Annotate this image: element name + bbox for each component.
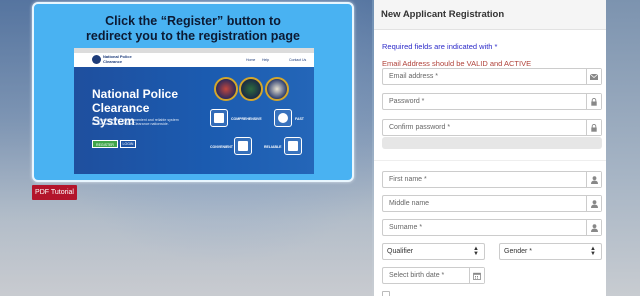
badge-seal-icon	[214, 77, 238, 101]
registration-title: New Applicant Registration	[381, 9, 505, 20]
tutorial-title: Click the “Register” button to redirect …	[34, 14, 352, 44]
password-field[interactable]: Password *	[382, 93, 602, 110]
background-blur-right	[606, 0, 640, 296]
email-validity-note: Email Address should be VALID and ACTIVE	[382, 59, 532, 68]
reliable-feature-icon	[284, 137, 302, 155]
convenient-feature-icon	[234, 137, 252, 155]
tutorial-title-line2: redirect you to the registration page	[86, 29, 300, 43]
middle-name-placeholder: Middle name	[389, 200, 430, 207]
confirm-password-placeholder: Confirm password *	[389, 124, 451, 131]
registration-header: New Applicant Registration	[374, 0, 606, 30]
fast-feature-icon	[274, 109, 292, 127]
feature-label-convenient: CONVENIENT	[210, 145, 233, 149]
qualifier-select[interactable]: Qualifier ▲ ▼	[382, 243, 485, 260]
user-icon	[586, 196, 601, 211]
password-strength-bar	[382, 137, 602, 149]
screenshot-nav-contact: Contact Us	[289, 58, 307, 62]
tutorial-title-line1: Click the “Register” button to	[105, 14, 281, 28]
feature-label-fast: FAST	[295, 117, 304, 121]
email-field[interactable]: Email address *	[382, 68, 602, 85]
feature-label-comprehensive: COMPREHENSIVE	[231, 117, 262, 121]
screenshot-hero-subtitle: A comprehensive, fast, convenient and re…	[92, 118, 179, 127]
screenshot-hero-title-line1: National Police	[92, 87, 179, 101]
envelope-icon	[586, 69, 601, 84]
terms-checkbox[interactable]	[382, 291, 390, 296]
pdf-tutorial-button[interactable]: PDF Tutorial	[32, 185, 77, 200]
gender-select[interactable]: Gender * ▲ ▼	[499, 243, 602, 260]
gender-placeholder: Gender *	[504, 248, 533, 255]
comprehensive-feature-icon	[210, 109, 228, 127]
lock-icon	[586, 94, 601, 109]
feature-label-reliable: RELIABLE	[264, 145, 282, 149]
screenshot-nav-home: Home	[246, 58, 256, 62]
lock-icon	[586, 120, 601, 135]
screenshot-register-button: REGISTER	[92, 140, 118, 148]
select-caret-icon: ▲ ▼	[590, 246, 596, 257]
badge-seal-icon	[265, 77, 289, 101]
confirm-password-field[interactable]: Confirm password *	[382, 119, 602, 136]
middle-name-field[interactable]: Middle name	[382, 195, 602, 212]
badge-seal-icon	[239, 77, 263, 101]
email-placeholder: Email address *	[389, 73, 439, 80]
select-caret-icon: ▲ ▼	[473, 246, 479, 257]
screenshot-hero: National Police Clearance System A compr…	[74, 67, 314, 174]
screenshot-logo-icon	[92, 55, 101, 64]
screenshot-logo-text: National Police Clearance	[103, 54, 132, 64]
surname-placeholder: Surname *	[389, 224, 423, 231]
user-icon	[586, 220, 601, 235]
tutorial-screenshot: National Police Clearance Home Help Cont…	[74, 48, 314, 174]
first-name-placeholder: First name *	[389, 176, 427, 183]
user-icon	[586, 172, 601, 187]
required-fields-note: Required fields are indicated with *	[382, 42, 498, 51]
screenshot-nav-help: Help	[262, 58, 270, 62]
calendar-icon[interactable]	[469, 268, 484, 283]
registration-panel: New Applicant Registration Required fiel…	[374, 0, 606, 296]
tutorial-card: Click the “Register” button to redirect …	[32, 2, 354, 182]
qualifier-placeholder: Qualifier	[387, 248, 414, 255]
surname-field[interactable]: Surname *	[382, 219, 602, 236]
password-placeholder: Password *	[389, 98, 425, 105]
first-name-field[interactable]: First name *	[382, 171, 602, 188]
section-divider	[374, 160, 606, 161]
screenshot-login-button: LOGIN	[120, 140, 136, 148]
birth-date-placeholder: Select birth date *	[389, 272, 445, 279]
birth-date-field[interactable]: Select birth date *	[382, 267, 485, 284]
